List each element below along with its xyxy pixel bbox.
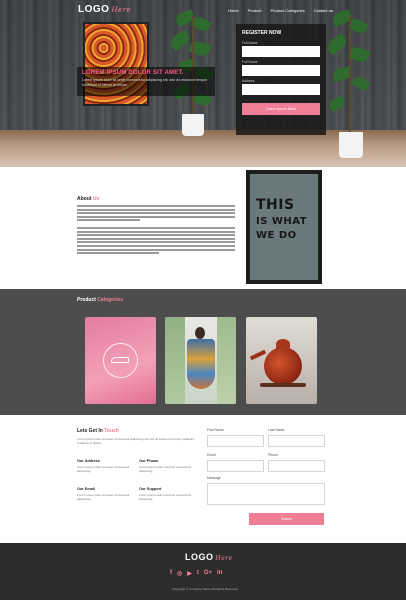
shoe-icon <box>111 357 129 363</box>
register-label-2: Full Name <box>242 60 258 64</box>
nav-link-home[interactable]: Home <box>228 8 239 13</box>
label-phone: Phone <box>268 453 278 457</box>
last-name-field[interactable] <box>268 435 325 447</box>
category-card-dresses[interactable] <box>165 317 236 404</box>
categories-title: Product Categories <box>77 297 124 303</box>
hero-banner: LOGO Here Home Product Product Categories… <box>0 0 406 167</box>
linkedin-icon[interactable]: in <box>217 570 222 577</box>
contact-intro: Lorem ipsum dolor sit amet consectetur a… <box>77 437 195 445</box>
logo[interactable]: LOGO Here <box>78 4 131 15</box>
hero-caption: LOREM IPSUM DOLOR SIT AMET. Lorem ipsum … <box>77 67 215 96</box>
email-field[interactable] <box>207 460 264 472</box>
register-field-3[interactable] <box>242 84 320 95</box>
label-message: Message <box>207 476 221 480</box>
submit-button[interactable]: Submit <box>249 513 324 525</box>
twitter-icon[interactable]: t <box>197 570 199 577</box>
register-title: REGISTER NOW <box>242 30 282 36</box>
about-title: About Us <box>77 196 100 202</box>
facebook-icon[interactable]: f <box>170 570 172 577</box>
copyright-text: Copyright © Company Name All Rights Rese… <box>172 587 238 591</box>
top-nav: LOGO Here Home Product Product Categories… <box>0 0 406 20</box>
phone-field[interactable] <box>268 460 325 472</box>
contact-support: Our Support Lorem ipsum dolor sit amet co… <box>139 487 192 501</box>
hero-subtitle: Lorem ipsum dolor sit amet consectetur a… <box>82 78 208 87</box>
contact-title: Lets Get In Touch <box>77 428 119 434</box>
contact-phone: Our Phone Lorem ipsum dolor sit amet cons… <box>139 459 192 473</box>
contact-email: Our Email Lorem ipsum dolor sit amet cons… <box>77 487 130 501</box>
register-button[interactable]: Lorem Ipsum Dolor <box>242 103 320 115</box>
google-plus-icon[interactable]: G+ <box>204 570 212 577</box>
label-last-name: Last Name <box>268 428 285 432</box>
footer-logo[interactable]: LOGO Here <box>185 552 233 562</box>
poster-line-1: THIS <box>256 197 295 213</box>
right-plant <box>325 8 375 158</box>
hero-title: LOREM IPSUM DOLOR SIT AMET. <box>82 70 184 76</box>
category-card-shoes[interactable] <box>85 317 156 404</box>
message-field[interactable] <box>207 483 325 505</box>
category-card-teapot[interactable] <box>246 317 317 404</box>
nav-link-contact[interactable]: Contact us <box>314 8 333 13</box>
social-links: f ◎ ▶ t G+ in <box>170 570 222 577</box>
product-categories-section: Product Categories <box>0 289 406 415</box>
register-field-2[interactable] <box>242 65 320 76</box>
register-label-1: Full Name <box>242 41 258 45</box>
nav-link-product-categories[interactable]: Product Categories <box>270 8 304 13</box>
nav-link-product[interactable]: Product <box>248 8 262 13</box>
contact-address: Our Address Lorem ipsum dolor sit amet co… <box>77 459 130 473</box>
register-label-3: Address <box>242 79 255 83</box>
poster-line-3: WE DO <box>256 230 297 241</box>
youtube-icon[interactable]: ▶ <box>187 570 192 577</box>
about-poster: THIS IS WHAT WE DO <box>246 170 322 284</box>
instagram-icon[interactable]: ◎ <box>177 570 182 577</box>
first-name-field[interactable] <box>207 435 264 447</box>
register-field-1[interactable] <box>242 46 320 57</box>
page: LOGO Here Home Product Product Categories… <box>0 0 406 600</box>
nav-links: Home Product Product Categories Contact … <box>228 8 333 13</box>
label-email: Email <box>207 453 216 457</box>
label-first-name: First Name <box>207 428 224 432</box>
poster-line-2: IS WHAT <box>256 216 308 227</box>
register-form: REGISTER NOW Full Name Full Name Address… <box>236 24 326 135</box>
footer: LOGO Here f ◎ ▶ t G+ in Copyright © Compa… <box>0 543 406 600</box>
about-text <box>77 205 235 256</box>
